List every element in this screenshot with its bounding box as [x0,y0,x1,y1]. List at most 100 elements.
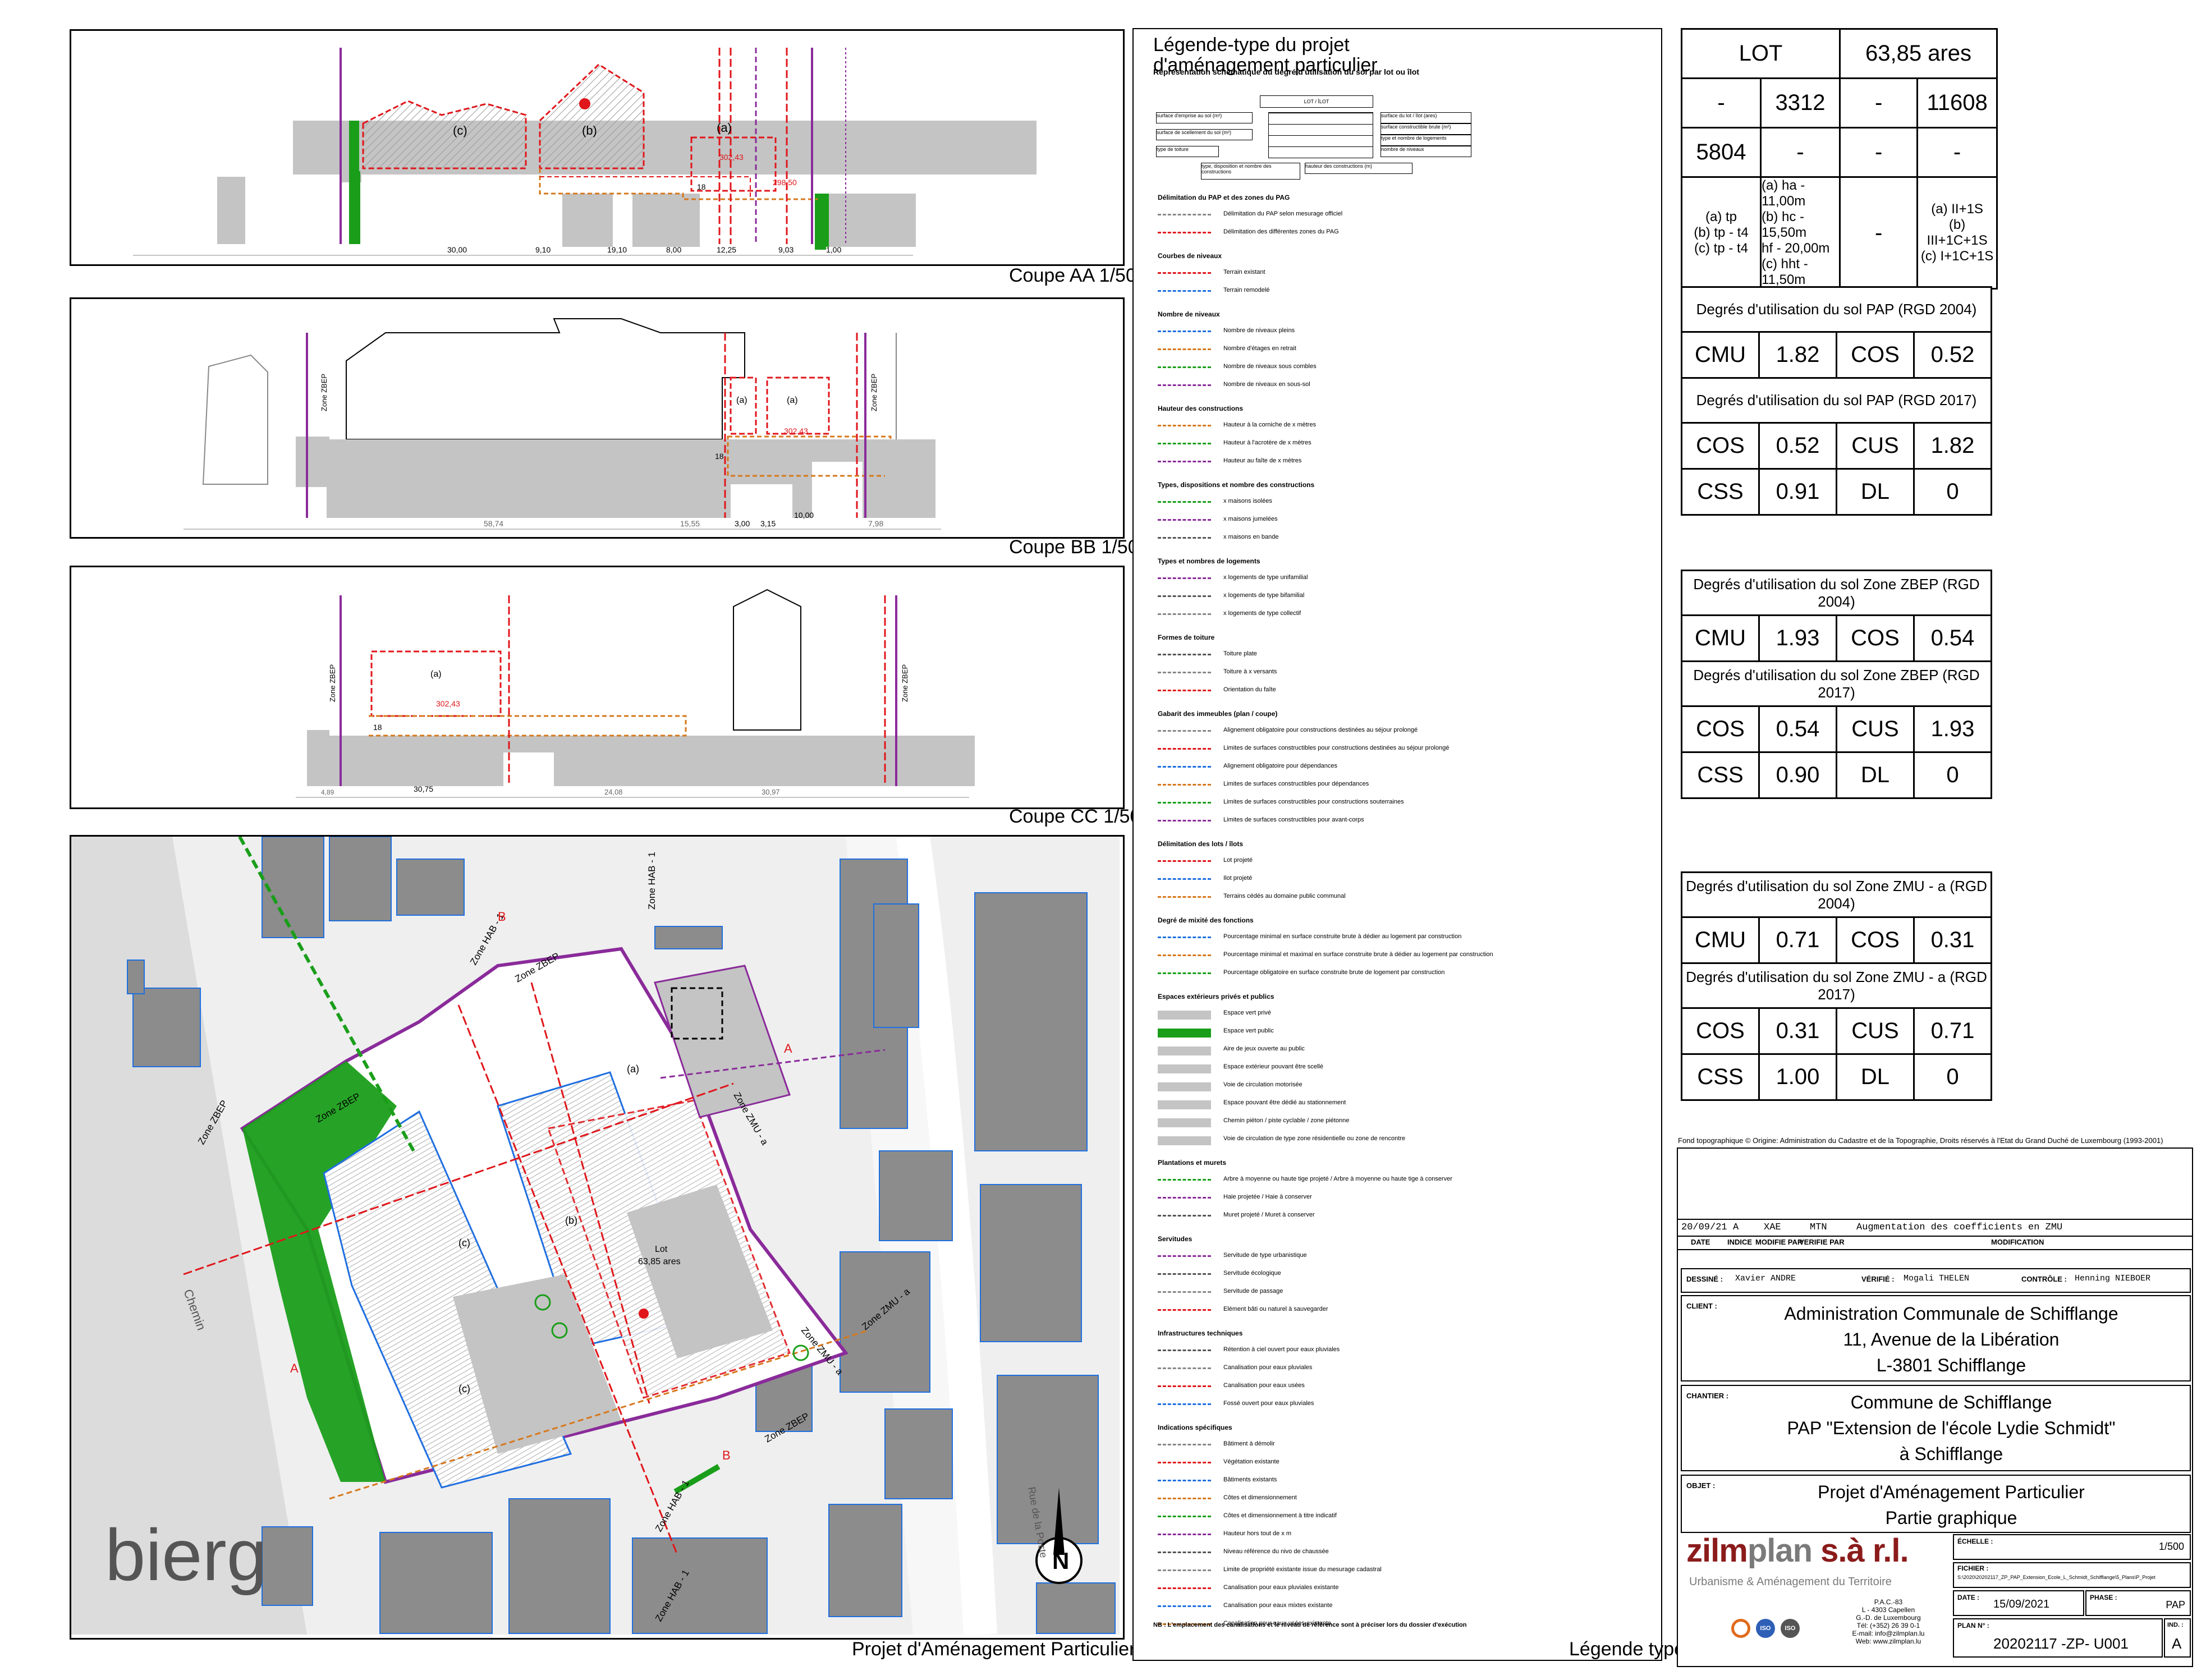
legend-item: Orientation du faîte [1223,686,1276,693]
client-line1: Administration Communale de Schifflange [1784,1303,2118,1324]
schema-logements: type et nombre de logements [1381,135,1471,146]
legend-swatch [1158,595,1211,603]
legend-item: Bâtiment à démolir [1223,1440,1275,1447]
legend-item: Toiture à x versants [1223,668,1277,675]
legend-title-line1: Légende-type du projet [1153,34,1350,56]
util-table-cell: CUS [1836,705,1915,753]
objet-box: OBJET : Projet d'Aménagement Particulier… [1681,1475,2191,1533]
legend-item: Nombre d'étages en retrait [1223,345,1296,352]
plan-lot-b: (b) [565,1215,577,1226]
chantier-line1: Commune de Schifflange [1850,1392,2052,1412]
plan-section-b1: B [498,910,506,924]
phase-label: PHASE : [2090,1594,2117,1601]
util-table-cell: 0.31 [1758,1007,1837,1055]
legend-swatch [1158,820,1211,827]
util-table-cell: 0.90 [1758,751,1837,799]
legend-swatch [1158,214,1211,221]
legend-swatch [1158,1029,1211,1038]
coupe-aa-caption: Coupe AA 1/500 [1009,265,1147,286]
coupe-bb-caption: Coupe BB 1/500 [1009,536,1149,558]
legend-swatch [1158,954,1211,962]
legend-item: Limites de surfaces constructibles pour … [1223,798,1404,805]
util-table-header: Degrés d'utilisation du sol Zone ZBEP (R… [1681,660,1992,707]
legend-swatch [1158,1534,1211,1541]
schema-grid [1268,112,1373,158]
lot-table-r1c4: 11608 [1916,77,1998,128]
controle-value: Henning NIEBOER [2075,1274,2151,1283]
ind-label: IND. : [2167,1622,2184,1628]
legend-swatch [1158,1516,1211,1523]
legend-item: Ilot projeté [1223,875,1253,882]
legend-item: Espace vert privé [1223,1009,1271,1016]
util-table-cell: CUS [1836,422,1915,470]
legend-item: Terrain existant [1223,269,1265,276]
util-table-header: Degrés d'utilisation du sol Zone ZBEP (R… [1681,570,1992,616]
chantier-line2: PAP "Extension de l'école Lydie Schmidt" [1787,1418,2116,1438]
client-box: CLIENT : Administration Communale de Sch… [1681,1295,2191,1381]
lot-table-r3c4: (a) II+1S (b) III+1C+1S (c) I+1C+1S [1916,176,1998,290]
mod-h-indice: INDICE [1727,1238,1753,1246]
legend-item: x logements de type bifamilial [1223,592,1305,599]
legend-item: Elément bâti ou naturel à sauvegarder [1223,1306,1328,1312]
util-table-cell: 1.82 [1758,331,1837,379]
schema-disposition: type, disposition et nombre des construc… [1201,163,1300,180]
legend-swatch [1158,1118,1211,1127]
plan-street: bierg [105,1514,267,1596]
plan-lot-label: Lot [655,1245,668,1254]
coupe-aa-dim-5: 12,25 [717,245,736,254]
legend-swatch [1158,1197,1211,1204]
legend-item: Limites de surfaces constructibles pour … [1223,816,1364,823]
addr-1: P.A.C.-83 [1874,1598,1903,1606]
fichier-box: FICHIER : S:\2020\20202117_ZP_PAP_Extens… [1953,1562,2191,1588]
util-table: Degrés d'utilisation du sol Zone ZBEP (R… [1681,570,1992,799]
legend-swatch [1158,1367,1211,1375]
legend-swatch [1158,577,1211,585]
util-table-cell: 0.91 [1758,468,1837,516]
legend-swatch [1158,272,1211,279]
client-label: CLIENT : [1686,1302,1717,1310]
util-table: Degrés d'utilisation du sol PAP (RGD 200… [1681,286,1992,516]
plan-lot-area: 63,85 ares [638,1257,681,1266]
legend-heading: Degré de mixité des fonctions [1158,916,1254,924]
legend-swatch [1158,331,1211,338]
legend-item: Pourcentage minimal et maximal en surfac… [1223,951,1493,958]
legend-item: Végétation existante [1223,1458,1279,1465]
util-table-cell: 0.71 [1913,1007,1992,1055]
util-table-cell: 0.54 [1913,614,1992,662]
client-line3: L-3801 Schifflange [1876,1355,2026,1375]
lot-table-r1c3: - [1839,77,1919,128]
plan-lot-c1: (c) [458,1237,470,1248]
legend-heading: Espaces extérieurs privés et publics [1158,993,1274,1000]
util-table-header: Degrés d'utilisation du sol PAP (RGD 201… [1681,377,1992,424]
legend-swatch [1158,1403,1211,1411]
legend-item: x logements de type unifamilial [1223,574,1308,581]
util-table-cell: 0.52 [1758,422,1837,470]
legend-heading: Délimitation du PAP et des zones du PAG [1158,194,1290,201]
coupe-cc-lot-a: (a) [430,669,442,679]
legend-heading: Indications spécifiques [1158,1424,1232,1431]
util-table-cell: CSS [1681,751,1760,799]
signatures-row: DESSINÉ : Xavier ANDRE VÉRIFIÉ : Mogali … [1681,1268,2191,1293]
legend-heading: Servitudes [1158,1235,1193,1243]
coupe-aa-dim-7: 1,00 [826,245,841,254]
controle-label: CONTRÔLE : [2021,1275,2067,1283]
legend-swatch [1158,1179,1211,1186]
util-table-header: Degrés d'utilisation du sol Zone ZMU - a… [1681,962,1992,1009]
legend-heading: Infrastructures techniques [1158,1329,1243,1337]
legend-item: Fossé ouvert pour eaux pluviales [1223,1400,1314,1407]
util-table-cell: CMU [1681,614,1760,662]
util-table-cell: CMU [1681,916,1760,964]
objet-line1: Projet d'Aménagement Particulier [1818,1482,2085,1502]
lot-table-r2c4: - [1916,127,1998,178]
coupe-aa-drawing: 30,00 9,10 19,10 8,00 12,25 9,03 1,00 (c… [133,48,1037,256]
legend-swatch [1158,1255,1211,1263]
util-table-cell: 0 [1913,751,1992,799]
schema-scellement: surface de scellement du sol (m²) [1156,129,1253,140]
legend-item: x maisons en bande [1223,534,1279,540]
coupe-bb-dim-4: 3,15 [760,519,776,528]
coupe-bb-zone-1: Zone ZBEP [320,374,328,411]
coupe-cc-dim-1: 4,89 [321,788,334,796]
legend-item: Espace vert public [1223,1027,1274,1034]
legend-swatch [1158,937,1211,944]
coupe-bb-dim-5: 10,00 [794,511,814,520]
